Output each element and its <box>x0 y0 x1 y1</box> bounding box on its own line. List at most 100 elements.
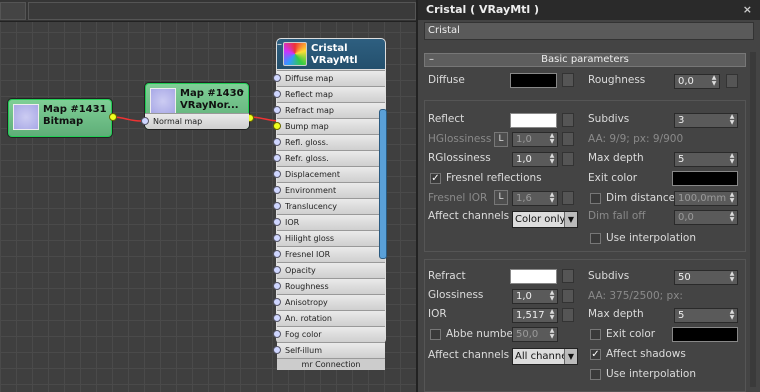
material-slot[interactable]: Displacement <box>273 166 385 182</box>
slot-input-socket[interactable] <box>273 266 281 274</box>
slot-input-socket[interactable] <box>273 314 281 322</box>
affect-shadows-checkbox[interactable]: ✓ <box>590 349 601 360</box>
lock-fresnel-ior-button[interactable]: L <box>494 190 508 205</box>
material-slot[interactable]: Refr. gloss. <box>273 150 385 166</box>
spinner-arrows-icon[interactable]: ▲ ▼ <box>728 309 736 322</box>
hglossiness-spinner[interactable]: 1,0 ▲ ▼ <box>512 132 558 147</box>
refract-map-button[interactable] <box>562 269 574 283</box>
ior-spinner[interactable]: 1,517 ▲ ▼ <box>512 308 558 323</box>
reflect-subdivs-spinner[interactable]: 3 ▲ ▼ <box>674 113 738 128</box>
fresnel-checkbox[interactable]: ✓ <box>430 173 441 184</box>
abbe-number-checkbox[interactable] <box>430 329 441 340</box>
node-editor-canvas[interactable]: Map #1431 Bitmap Map #1430 VRayNor... – No… <box>0 0 416 392</box>
dim-falloff-spinner[interactable]: 0,0 ▲ ▼ <box>674 210 738 225</box>
material-slot[interactable]: Fresnel IOR <box>273 246 385 262</box>
material-slot[interactable]: Fog color <box>273 326 385 342</box>
refract-max-depth-spinner[interactable]: 5 ▲ ▼ <box>674 308 738 323</box>
chevron-down-icon[interactable]: ▼ <box>564 212 577 227</box>
slot-input-socket[interactable] <box>273 234 281 242</box>
ior-map-button[interactable] <box>562 308 574 322</box>
bitmap-node[interactable]: Map #1431 Bitmap <box>8 99 117 137</box>
dim-distance-checkbox[interactable] <box>590 193 601 204</box>
slot-input-socket[interactable] <box>273 170 281 178</box>
hglossiness-map-button[interactable] <box>562 132 574 146</box>
slot-input-socket[interactable] <box>273 74 281 82</box>
material-slot[interactable]: Hilight gloss <box>273 230 385 246</box>
slot-input-socket[interactable] <box>273 218 281 226</box>
reflect-map-button[interactable] <box>562 113 574 127</box>
slot-input-socket[interactable] <box>273 186 281 194</box>
diffuse-map-button[interactable] <box>562 73 574 87</box>
material-name-field[interactable]: Cristal <box>424 22 754 40</box>
spinner-arrows-icon[interactable]: ▲ ▼ <box>728 192 736 205</box>
lock-hglossiness-button[interactable]: L <box>494 132 508 147</box>
abbe-number-spinner[interactable]: 50,0 ▲ ▼ <box>512 327 558 342</box>
spinner-arrows-icon[interactable]: ▲ ▼ <box>548 153 556 166</box>
refract-affect-channels-dropdown[interactable]: All channels ▼ <box>512 348 578 365</box>
normal-map-input-socket[interactable] <box>141 117 149 125</box>
material-slot[interactable]: An. rotation <box>273 310 385 326</box>
vraymtl-node-header[interactable]: Cristal VRayMtl – <box>277 39 385 69</box>
reflect-use-interpolation-checkbox[interactable] <box>590 233 601 244</box>
normal-map-slot[interactable]: Normal map <box>145 113 249 129</box>
material-slot[interactable]: Environment <box>273 182 385 198</box>
fresnel-ior-map-button[interactable] <box>562 191 574 205</box>
spinner-arrows-icon[interactable]: ▲ ▼ <box>548 309 556 322</box>
material-slot[interactable]: Self-illum <box>273 342 385 358</box>
dim-distance-spinner[interactable]: 100,0mm ▲ ▼ <box>674 191 738 206</box>
material-slot[interactable]: Anisotropy <box>273 294 385 310</box>
spinner-arrows-icon[interactable]: ▲ ▼ <box>548 328 556 341</box>
bitmap-output-socket[interactable] <box>109 113 117 121</box>
roughness-spinner[interactable]: 0,0 ▲ ▼ <box>674 74 720 89</box>
vraymtl-node[interactable]: Cristal VRayMtl – Diffuse map Reflect map R… <box>273 38 387 370</box>
fresnel-ior-spinner[interactable]: 1,6 ▲ ▼ <box>512 191 558 206</box>
rglossiness-spinner[interactable]: 1,0 ▲ ▼ <box>512 152 558 167</box>
panel-scrollbar[interactable] <box>750 52 756 387</box>
basic-parameters-rollout-header[interactable]: – Basic parameters <box>424 53 746 67</box>
slot-input-socket[interactable] <box>273 90 281 98</box>
slot-input-socket[interactable] <box>273 138 281 146</box>
slot-input-socket[interactable] <box>273 106 281 114</box>
reflect-color-swatch[interactable] <box>510 113 557 128</box>
slot-input-socket[interactable] <box>273 250 281 258</box>
collapse-icon[interactable]: – <box>277 39 282 50</box>
mr-connection-footer[interactable]: mr Connection <box>277 358 385 370</box>
output-bar[interactable] <box>379 109 387 259</box>
spinner-arrows-icon[interactable]: ▲ ▼ <box>728 153 736 166</box>
slot-input-socket[interactable] <box>273 282 281 290</box>
slot-input-socket[interactable] <box>273 154 281 162</box>
refract-use-interpolation-checkbox[interactable] <box>590 369 601 380</box>
slot-input-socket[interactable] <box>273 298 281 306</box>
refract-color-swatch[interactable] <box>510 269 557 284</box>
spinner-arrows-icon[interactable]: ▲ ▼ <box>728 211 736 224</box>
material-slot[interactable]: Refract map <box>273 102 385 118</box>
material-slot[interactable]: Bump map <box>273 118 385 134</box>
rglossiness-map-button[interactable] <box>562 152 574 166</box>
spinner-arrows-icon[interactable]: ▲ ▼ <box>710 75 718 88</box>
refract-subdivs-spinner[interactable]: 50 ▲ ▼ <box>674 270 738 285</box>
spinner-arrows-icon[interactable]: ▲ ▼ <box>728 114 736 127</box>
material-slot[interactable]: Translucency <box>273 198 385 214</box>
spinner-arrows-icon[interactable]: ▲ ▼ <box>548 192 556 205</box>
material-slot[interactable]: Reflect map <box>273 86 385 102</box>
material-slot[interactable]: Opacity <box>273 262 385 278</box>
refract-glossiness-map-button[interactable] <box>562 289 574 303</box>
spinner-arrows-icon[interactable]: ▲ ▼ <box>548 133 556 146</box>
spinner-arrows-icon[interactable]: ▲ ▼ <box>548 290 556 303</box>
refract-exit-color-swatch[interactable] <box>672 327 738 342</box>
slot-input-socket[interactable] <box>273 202 281 210</box>
material-slot[interactable]: Roughness <box>273 278 385 294</box>
slot-input-socket[interactable] <box>273 122 281 130</box>
reflect-max-depth-spinner[interactable]: 5 ▲ ▼ <box>674 152 738 167</box>
roughness-map-button[interactable] <box>726 74 738 88</box>
reflect-exit-color-swatch[interactable] <box>672 171 738 186</box>
collapse-icon[interactable]: – <box>239 86 244 97</box>
material-slot[interactable]: IOR <box>273 214 385 230</box>
spinner-arrows-icon[interactable]: ▲ ▼ <box>728 271 736 284</box>
material-slot[interactable]: Refl. gloss. <box>273 134 385 150</box>
refract-glossiness-spinner[interactable]: 1,0 ▲ ▼ <box>512 289 558 304</box>
diffuse-color-swatch[interactable] <box>510 73 557 88</box>
close-icon[interactable]: × <box>743 0 752 20</box>
reflect-affect-channels-dropdown[interactable]: Color only ▼ <box>512 211 578 228</box>
chevron-down-icon[interactable]: ▼ <box>564 349 577 364</box>
